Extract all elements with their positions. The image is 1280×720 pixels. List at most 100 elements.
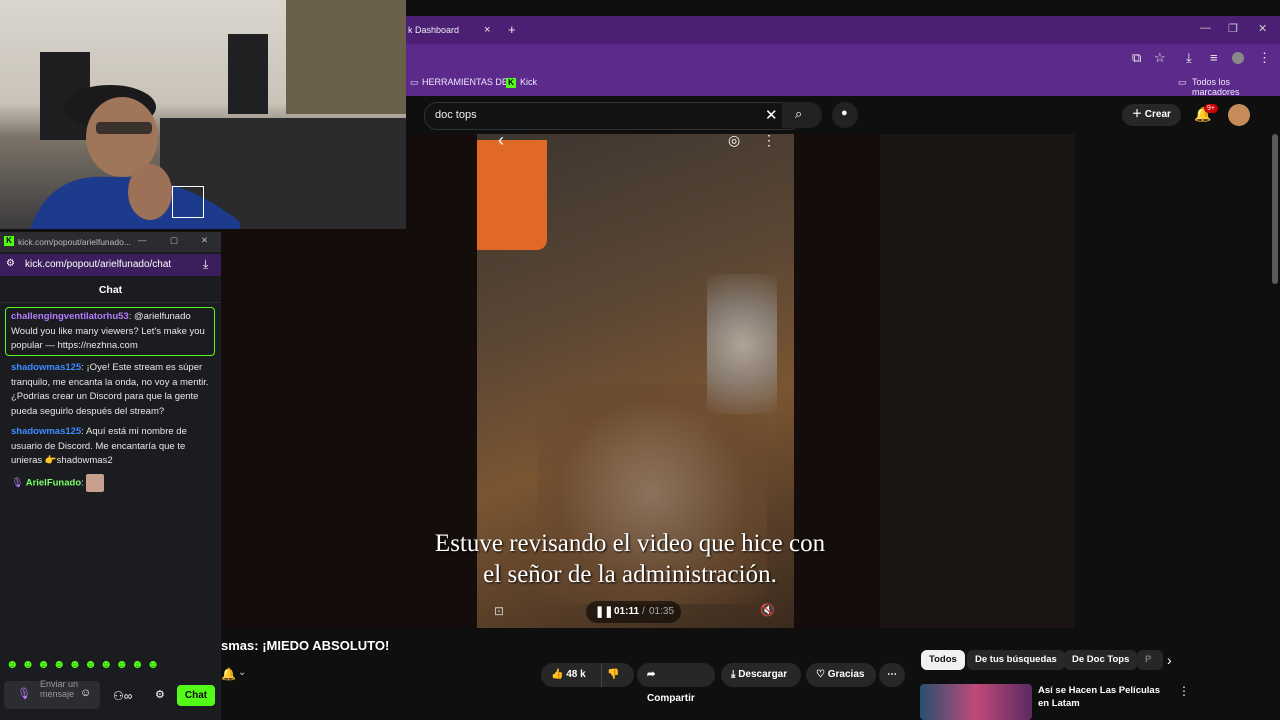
clear-search-icon[interactable]: ✕ (765, 106, 778, 124)
rewards-icon[interactable]: ⚇∞ (113, 689, 132, 703)
subtitle-line: Estuve revisando el video que hice con (434, 530, 826, 557)
emote-icon[interactable]: ☻ (22, 657, 38, 671)
search-icon: ⌕ (795, 106, 803, 121)
close-window-icon[interactable]: ✕ (1258, 22, 1267, 35)
emote-icon[interactable]: ☻ (6, 657, 22, 671)
chat-username[interactable]: challengingventilatorhu53 (11, 311, 129, 322)
bookmark-herramientas[interactable]: HERRAMIENTAS DE... (422, 77, 515, 87)
like-dislike-group: 👍 48 k 👎 (541, 663, 634, 687)
download-button[interactable]: ⤓ Descargar (721, 663, 801, 687)
voice-search-button[interactable]: ● (832, 102, 858, 128)
scroll-thumb[interactable] (1272, 134, 1278, 284)
emote-icon[interactable]: ☻ (53, 657, 69, 671)
webcam-background (286, 0, 406, 114)
time-separator: / (642, 606, 645, 617)
chat-message: shadowmas125: ¡Oye! Este stream es súper… (11, 361, 211, 419)
profile-icon[interactable] (1232, 52, 1244, 64)
chat-input[interactable]: 🎙 Enviar un mensaje ☺ (4, 679, 100, 709)
recommendation-title[interactable]: Así se Hacen Las Películas en Latam (1038, 684, 1168, 720)
pause-icon[interactable]: ❚❚ (595, 605, 613, 618)
emote-bar: ☻☻☻☻☻☻☻☻☻☻ (6, 657, 216, 677)
video-content (477, 140, 547, 250)
emote-icon[interactable]: ☻ (69, 657, 85, 671)
chevron-right-icon[interactable]: › (1167, 652, 1172, 668)
chat-message: shadowmas125: Aquí está mi nombre de usu… (11, 425, 211, 469)
share-button[interactable]: ➦ Compartir (637, 663, 715, 704)
chat-url[interactable]: kick.com/popout/arielfunado/chat (25, 259, 171, 270)
search-button[interactable]: ⌕ (782, 102, 822, 128)
video-subtitle: Estuve revisando el video que hice con e… (350, 528, 910, 590)
plus-icon: ＋ (1132, 109, 1145, 120)
bookmark-kick[interactable]: Kick (520, 77, 537, 87)
more-icon[interactable]: ⋮ (762, 132, 776, 149)
close-window-icon[interactable]: ✕ (201, 235, 208, 246)
tab-kick-dashboard[interactable]: k Dashboard (408, 16, 459, 44)
address-bar-row: ⧉ ☆ ⤓ ≡ ⋮ (406, 44, 1280, 72)
youtube-header: doc tops ✕ ⌕ ● ＋ Crear 🔔 9+ (406, 96, 1280, 134)
search-input[interactable]: doc tops (435, 109, 477, 121)
mute-icon[interactable]: 🔇 (760, 603, 775, 617)
chip-truncated[interactable]: P (1137, 650, 1163, 670)
emote-image (86, 474, 105, 492)
star-icon[interactable]: ☆ (1154, 50, 1166, 66)
recommendation-thumbnail[interactable] (920, 684, 1032, 720)
folder-icon: ▭ (1178, 77, 1187, 87)
all-bookmarks[interactable]: Todos los marcadores (1192, 77, 1280, 97)
minimize-icon[interactable]: — (138, 235, 147, 245)
chevron-down-icon[interactable]: ⌄ (238, 667, 246, 678)
emote-icon[interactable]: ☻ (100, 657, 116, 671)
dislike-icon[interactable]: 👎 (607, 663, 619, 687)
kick-logo-icon: K (4, 236, 14, 246)
create-button[interactable]: ＋ Crear (1122, 104, 1181, 126)
search-box[interactable]: doc tops ✕ (424, 102, 802, 130)
webcam-focus-box (172, 186, 204, 218)
more-icon[interactable]: ⋮ (1178, 684, 1190, 698)
chip-searches[interactable]: De tus búsquedas (967, 650, 1065, 670)
thanks-icon: ♡ (816, 669, 828, 680)
download-icon[interactable]: ⤓ (1186, 50, 1192, 66)
chip-doc-tops[interactable]: De Doc Tops (1064, 650, 1138, 670)
folder-icon: ▭ (410, 77, 419, 87)
menu-icon[interactable]: ⋮ (1258, 50, 1271, 66)
emote-icon[interactable]: ☻ (84, 657, 100, 671)
more-actions-button[interactable]: ⋯ (879, 663, 905, 687)
chat-username[interactable]: ArielFunado (26, 478, 81, 489)
maximize-icon[interactable]: ▢ (170, 235, 178, 246)
tab-close-icon[interactable]: × (484, 16, 490, 44)
like-count[interactable]: 48 k (566, 669, 585, 680)
emote-icon[interactable]: ☻ (147, 657, 163, 671)
maximize-icon[interactable]: ❐ (1228, 22, 1238, 35)
fullscreen-icon[interactable]: ⊡ (494, 604, 504, 618)
site-settings-icon[interactable]: ⚙ (6, 258, 15, 269)
chat-send-button[interactable]: Chat (177, 685, 215, 706)
share-icon: ➦ (647, 669, 656, 680)
emoji-icon[interactable]: ☺ (80, 687, 91, 699)
thanks-button[interactable]: ♡ Gracias (806, 663, 876, 687)
bell-icon[interactable]: 🔔 (221, 667, 236, 681)
minimize-icon[interactable]: — (1200, 22, 1211, 34)
camera-icon[interactable]: ◎ (728, 132, 740, 149)
settings-icon[interactable]: ⚙ (155, 688, 165, 701)
mic-icon: ● (841, 107, 848, 119)
chat-url-bar[interactable]: ⚙ kick.com/popout/arielfunado/chat ⤓ (0, 254, 221, 276)
emote-icon[interactable]: ☻ (115, 657, 131, 671)
mic-badge-icon: 🎙 (11, 477, 24, 489)
chat-window-title: kick.com/popout/arielfunado... (18, 237, 131, 247)
chat-username[interactable]: shadowmas125 (11, 362, 81, 373)
cast-icon[interactable]: ⧉ (1132, 50, 1141, 66)
chat-message: challengingventilatorhu53: @arielfunado … (11, 310, 211, 354)
new-tab-button[interactable]: + (508, 16, 516, 44)
emote-icon[interactable]: ☻ (131, 657, 147, 671)
back-icon[interactable]: ‹ (498, 130, 504, 151)
media-icon[interactable]: ≡ (1210, 50, 1218, 65)
webcam-overlay (0, 0, 406, 229)
emote-icon[interactable]: ☻ (37, 657, 53, 671)
scrollbar[interactable] (1271, 134, 1279, 720)
mic-icon: 🎙 (17, 688, 31, 700)
chat-username[interactable]: shadowmas125 (11, 426, 81, 437)
chip-all[interactable]: Todos (921, 650, 965, 670)
like-icon[interactable]: 👍 (551, 669, 566, 680)
chat-header: Chat (0, 278, 221, 303)
download-icon[interactable]: ⤓ (203, 257, 208, 272)
avatar[interactable] (1228, 104, 1250, 126)
